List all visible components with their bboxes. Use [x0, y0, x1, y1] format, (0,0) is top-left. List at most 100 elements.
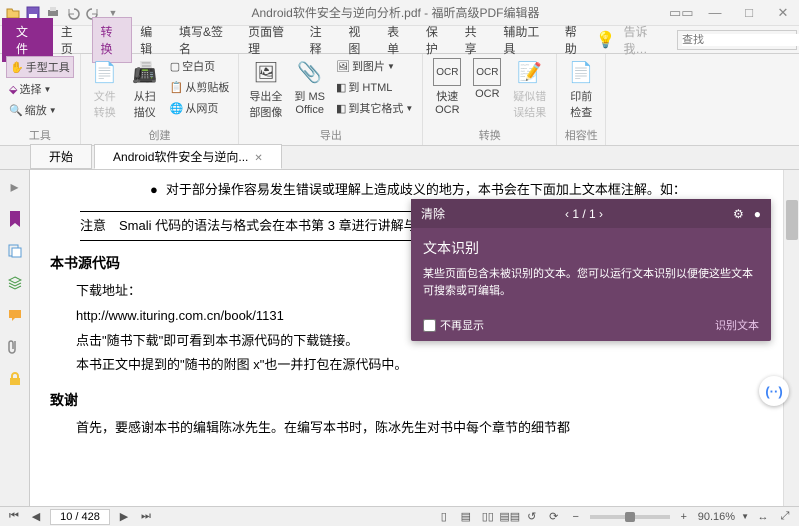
group-label: 相容性: [563, 125, 599, 143]
tab-close-icon[interactable]: ✕: [254, 153, 262, 164]
popup-header: 清除 ‹ 1 / 1 › ⚙ ●: [411, 199, 771, 228]
preflight-icon: 📄: [567, 58, 595, 86]
lightbulb-icon: 💡: [596, 30, 616, 50]
scrollbar-thumb[interactable]: [786, 200, 798, 240]
fast-ocr-icon: OCR: [433, 58, 461, 86]
group-label: 创建: [87, 125, 233, 143]
navigation-panel: ▸: [0, 170, 30, 506]
layout-single-icon[interactable]: ▯: [436, 509, 452, 525]
ribbon-group-export: 🖼导出全 部图像 📎到 MS Office 🖼到图片 ▼ ◧到 HTML ◧到其…: [239, 54, 423, 145]
image-icon: 🖼: [336, 60, 350, 73]
ocr-icon: OCR: [473, 58, 501, 86]
tab-document[interactable]: Android软件安全与逆向...✕: [94, 144, 282, 169]
blank-page-icon: ▢: [170, 60, 180, 73]
pager-next-icon[interactable]: ›: [599, 207, 603, 221]
popup-clear-button[interactable]: 清除: [421, 205, 445, 222]
ribbon: ✋手型工具 ⬙选择 ▼ 🔍缩放 ▼ 工具 📄文件 转换 📠从扫 描仪 ▢空白页 …: [0, 54, 799, 146]
last-page-icon[interactable]: ⏭: [138, 509, 154, 525]
layout-cont-facing-icon[interactable]: ▤▤: [502, 509, 518, 525]
close-icon[interactable]: ✕: [771, 5, 795, 21]
tab-start[interactable]: 开始: [30, 144, 92, 169]
status-bar: ⏮ ◀ ▶ ⏭ ▯ ▤ ▯▯ ▤▤ ↺ ⟳ − + 90.16% ▼ ↔ ⤢: [0, 506, 799, 526]
to-other-button[interactable]: ◧到其它格式 ▼: [333, 98, 416, 118]
group-label: 工具: [6, 125, 74, 143]
first-page-icon[interactable]: ⏮: [6, 509, 22, 525]
next-page-icon[interactable]: ▶: [116, 509, 132, 525]
bookmarks-icon[interactable]: [6, 210, 24, 228]
layers-icon[interactable]: [6, 274, 24, 292]
dont-show-label: 不再显示: [440, 317, 484, 333]
document-tab-bar: 开始 Android软件安全与逆向...✕: [0, 146, 799, 170]
doc-note: 注意 Smali 代码的语法与格式会在本书第 3 章进行讲解与介绍: [80, 218, 443, 233]
dont-show-checkbox[interactable]: [423, 319, 436, 332]
suspect-icon: 📝: [516, 58, 544, 86]
comments-icon[interactable]: [6, 306, 24, 324]
ribbon-group-tools: ✋手型工具 ⬙选择 ▼ 🔍缩放 ▼ 工具: [0, 54, 81, 145]
hand-tool-button[interactable]: ✋手型工具: [6, 56, 74, 78]
blank-page-button[interactable]: ▢空白页: [167, 56, 233, 76]
zoom-percent[interactable]: 90.16%: [698, 511, 735, 523]
minimize-popup-icon[interactable]: ●: [754, 207, 761, 221]
heading-thanks: 致谢: [50, 390, 763, 410]
other-format-icon: ◧: [336, 102, 346, 115]
group-label: 转换: [429, 125, 550, 143]
minimize-icon[interactable]: —: [703, 5, 727, 21]
zoom-dropdown-icon[interactable]: ▼: [741, 512, 749, 521]
office-icon: 📎: [296, 58, 324, 86]
layout-facing-icon[interactable]: ▯▯: [480, 509, 496, 525]
zoom-slider[interactable]: [590, 515, 670, 519]
assistant-bubble[interactable]: (··): [759, 376, 789, 406]
menu-bar: 文件 主页 转换 编辑 填写&签名 页面管理 注释 视图 表单 保护 共享 辅助…: [0, 26, 799, 54]
recognize-text-link[interactable]: 识别文本: [715, 317, 759, 333]
select-tool-button[interactable]: ⬙选择 ▼: [6, 79, 74, 99]
zoom-in-icon[interactable]: +: [676, 509, 692, 525]
hand-icon: ✋: [10, 61, 24, 74]
from-clipboard-button[interactable]: 📋从剪贴板: [167, 77, 233, 97]
reflow-icon[interactable]: ↺: [524, 509, 540, 525]
clipboard-icon: 📋: [170, 81, 184, 94]
popup-title: 文本识别: [411, 228, 771, 262]
from-scan-button[interactable]: 📠从扫 描仪: [127, 56, 163, 122]
window-controls: ▭▭ — □ ✕: [669, 5, 795, 21]
globe-icon: 🌐: [170, 102, 184, 115]
search-input[interactable]: [682, 34, 799, 46]
doc-text: 首先，要感谢本书的编辑陈冰先生。在编写本书时，陈冰先生对书中每个章节的细节都: [50, 416, 763, 441]
zoom-out-icon[interactable]: −: [568, 509, 584, 525]
popup-pager: ‹ 1 / 1 ›: [445, 207, 723, 221]
tell-me[interactable]: 告诉我…: [615, 23, 676, 57]
gear-icon[interactable]: ⚙: [733, 207, 744, 221]
to-ms-office-button[interactable]: 📎到 MS Office: [290, 56, 329, 118]
preflight-button[interactable]: 📄印前 检查: [563, 56, 599, 122]
export-image-icon: 🖼: [252, 58, 280, 86]
prev-page-icon[interactable]: ◀: [28, 509, 44, 525]
zoom-slider-knob[interactable]: [625, 512, 635, 522]
ribbon-toggle-icon[interactable]: ▭▭: [669, 5, 693, 21]
file-convert-button: 📄文件 转换: [87, 56, 123, 122]
scanner-icon: 📠: [131, 58, 159, 86]
export-images-button[interactable]: 🖼导出全 部图像: [245, 56, 286, 122]
pager-prev-icon[interactable]: ‹: [565, 207, 569, 221]
pages-icon[interactable]: [6, 242, 24, 260]
attachments-icon[interactable]: [6, 338, 24, 356]
page-number-input[interactable]: [50, 509, 110, 525]
fast-ocr-button[interactable]: OCR快速 OCR: [429, 56, 465, 118]
file-convert-icon: 📄: [91, 58, 119, 86]
from-webpage-button[interactable]: 🌐从网页: [167, 98, 233, 118]
maximize-icon[interactable]: □: [737, 5, 761, 21]
ribbon-group-preflight: 📄印前 检查 相容性: [557, 54, 606, 145]
rotate-icon[interactable]: ⟳: [546, 509, 562, 525]
vertical-scrollbar[interactable]: [783, 170, 799, 506]
layout-continuous-icon[interactable]: ▤: [458, 509, 474, 525]
to-html-button[interactable]: ◧到 HTML: [333, 77, 416, 97]
ocr-notification-popup: 清除 ‹ 1 / 1 › ⚙ ● 文本识别 某些页面包含未被识别的文本。您可以运…: [411, 199, 771, 341]
ocr-button[interactable]: OCROCR: [469, 56, 505, 102]
nav-expand-icon[interactable]: ▸: [6, 178, 24, 196]
fit-page-icon[interactable]: ⤢: [777, 509, 793, 525]
fit-width-icon[interactable]: ↔: [755, 509, 771, 525]
popup-footer: 不再显示 识别文本: [411, 309, 771, 341]
search-box[interactable]: 🔍: [677, 30, 797, 50]
security-icon[interactable]: [6, 370, 24, 388]
to-image-button[interactable]: 🖼到图片 ▼: [333, 56, 416, 76]
doc-text: 本书正文中提到的"随书的附图 x"也一并打包在源代码中。: [50, 353, 763, 378]
zoom-tool-button[interactable]: 🔍缩放 ▼: [6, 100, 74, 120]
